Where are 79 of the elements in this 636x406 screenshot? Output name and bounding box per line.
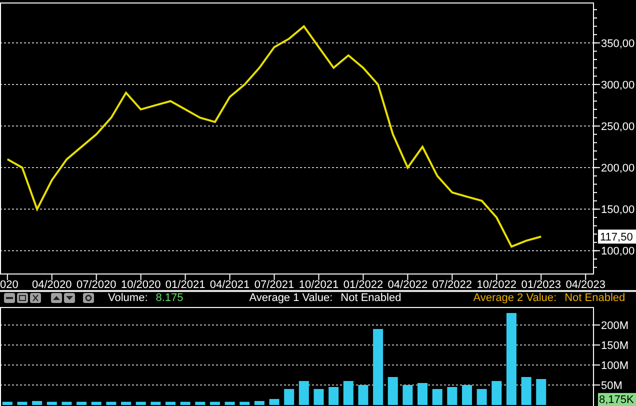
volume-bar	[32, 401, 42, 405]
close-button[interactable]	[30, 293, 41, 303]
settings-icon	[84, 294, 93, 302]
average-1-value: Not Enabled	[340, 290, 402, 306]
volume-bar	[121, 402, 131, 405]
volume-bar	[343, 381, 354, 405]
last-price-marker: 117,50	[598, 230, 636, 244]
volume-bar	[328, 387, 339, 405]
volume-bar	[106, 402, 116, 405]
move-up-button[interactable]	[51, 293, 62, 303]
volume-bar	[224, 402, 235, 405]
volume-bar	[492, 381, 502, 405]
x-axis-label: 01/2021	[165, 279, 206, 290]
x-axis-label: 07/2021	[254, 279, 294, 290]
volume-bar	[521, 377, 532, 405]
x-axis-label: 01/2023	[521, 279, 561, 290]
close-icon	[31, 294, 40, 302]
volume-bar	[254, 401, 264, 405]
y-axis-label: 100M	[601, 360, 629, 372]
x-axis-label: 04/2020	[32, 279, 72, 290]
volume-bar	[46, 402, 57, 405]
volume-bar	[314, 389, 324, 405]
maximize-button[interactable]	[17, 293, 28, 303]
volume-bar	[150, 402, 161, 405]
volume-bar	[240, 402, 250, 405]
x-axis-label: 10/2022	[476, 279, 517, 290]
x-axis-label: 07/2022	[432, 279, 472, 290]
minimize-icon	[5, 294, 14, 302]
volume-bar	[210, 402, 220, 405]
volume-bar	[418, 383, 428, 405]
x-axis-label: 07/2020	[76, 279, 116, 290]
volume-bar	[17, 402, 28, 405]
x-axis-label: 020	[0, 279, 18, 290]
y-axis-label: 100,00	[601, 246, 635, 258]
down-triangle-icon	[65, 294, 74, 302]
volume-bar	[476, 389, 487, 405]
x-axis-label: 04/2022	[388, 279, 428, 290]
volume-bar	[76, 402, 87, 405]
last-volume-marker: 8,175K	[598, 393, 636, 406]
y-axis-label: 200,00	[601, 162, 635, 175]
y-axis-label: 350,00	[601, 38, 635, 50]
volume-bar	[388, 377, 398, 405]
x-axis-label: 10/2020	[120, 279, 161, 290]
volume-bar	[284, 389, 294, 405]
y-axis-label: 300,00	[601, 79, 635, 92]
x-axis-label: 04/2021	[210, 279, 250, 290]
up-triangle-icon	[52, 294, 61, 302]
volume-bar	[432, 389, 442, 405]
volume-bar	[447, 387, 458, 405]
y-axis-label: 150M	[601, 340, 629, 352]
volume-bar	[91, 402, 102, 405]
x-axis-label: 04/2023	[566, 279, 606, 290]
volume-bar	[2, 402, 12, 405]
volume-bar	[180, 402, 190, 405]
settings-button[interactable]	[83, 293, 94, 303]
y-axis-label: 200M	[601, 320, 629, 332]
volume-bar	[269, 399, 280, 405]
y-axis-label: 50M	[601, 380, 622, 392]
volume-bar	[136, 402, 146, 405]
volume-bar	[402, 385, 413, 405]
volume-bar	[536, 379, 546, 405]
maximize-icon	[18, 294, 27, 302]
volume-label: Volume:	[108, 290, 148, 306]
volume-bar	[195, 402, 206, 405]
volume-bar	[62, 402, 72, 405]
x-axis-label: 10/2021	[298, 279, 339, 290]
y-axis-label: 250,00	[601, 121, 635, 134]
move-down-button[interactable]	[64, 293, 75, 303]
average-1-label: Average 1 Value:	[249, 290, 333, 306]
average-2-label: Average 2 Value:	[473, 290, 557, 306]
average-2-value: Not Enabled	[564, 290, 626, 306]
volume-bar	[462, 385, 472, 405]
volume-bar	[358, 385, 368, 405]
volume-value: 8.175	[156, 290, 184, 306]
volume-bar	[298, 381, 309, 405]
minimize-button[interactable]	[4, 293, 15, 303]
volume-bar	[166, 402, 176, 405]
x-axis-label: 01/2022	[343, 279, 384, 290]
y-axis-label: 150,00	[601, 204, 635, 216]
